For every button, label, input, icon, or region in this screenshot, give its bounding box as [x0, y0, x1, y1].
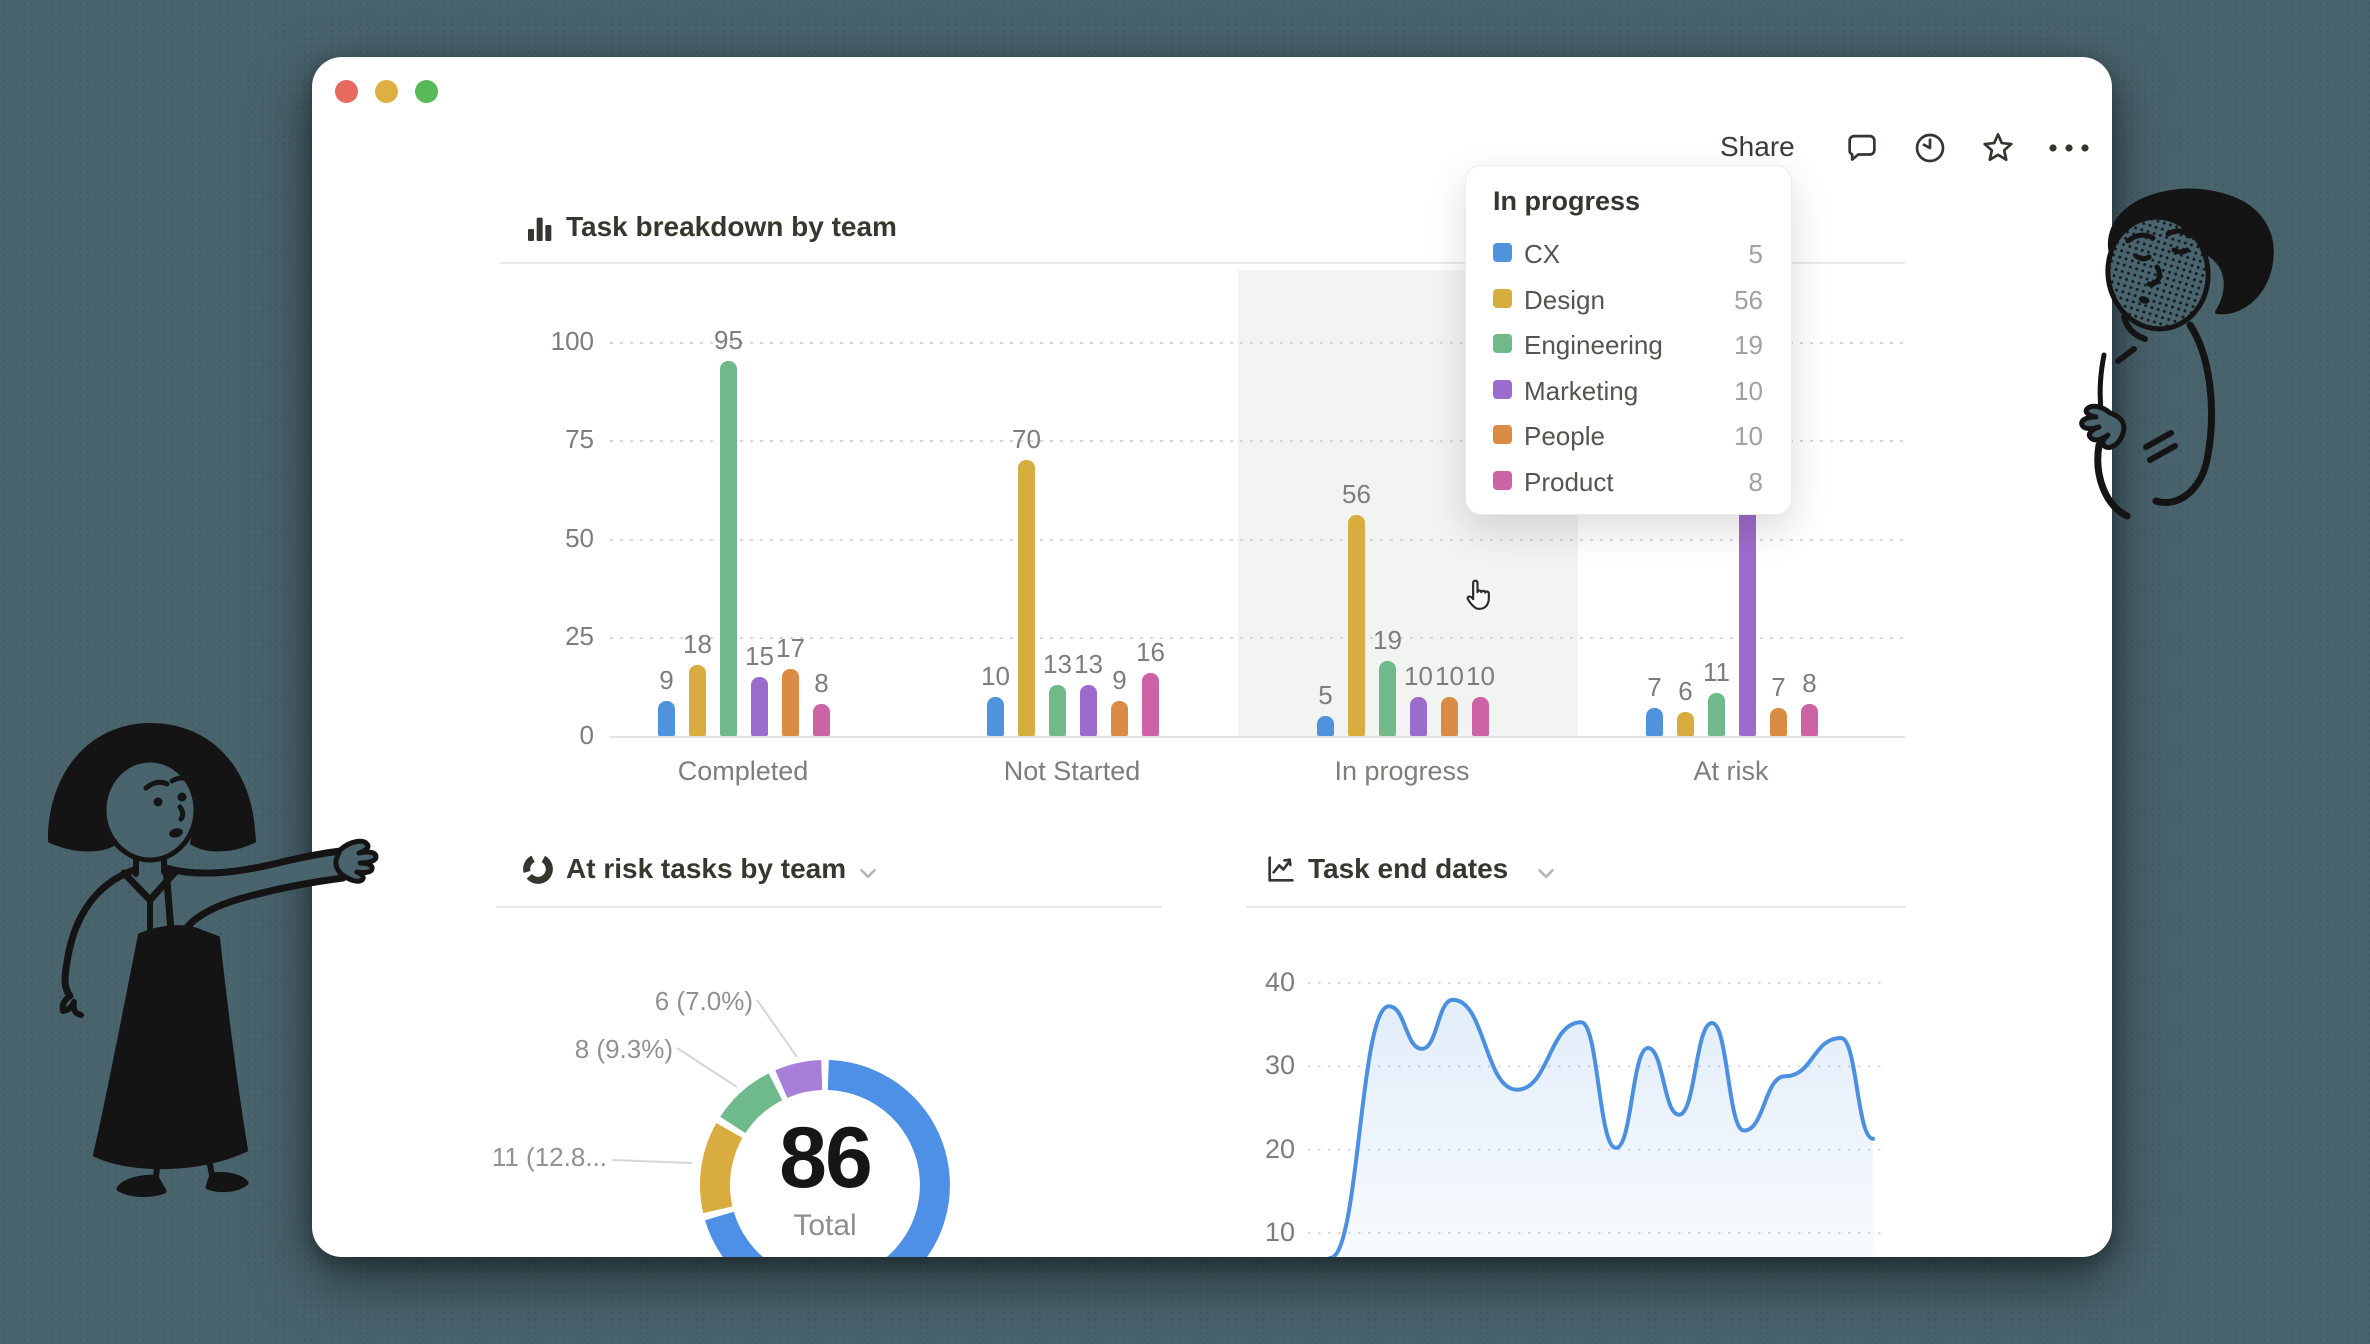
- bar-value-label: 56: [1317, 479, 1397, 510]
- x-axis-category-label: In progress: [1282, 756, 1522, 787]
- y-axis-tick-label: 75: [510, 424, 594, 455]
- hand-cursor: [1460, 571, 1500, 615]
- donut-slice-3[interactable]: [781, 1075, 821, 1084]
- legend-swatch: [1493, 243, 1512, 262]
- chevron-down-icon[interactable]: [1533, 860, 1559, 886]
- tooltip-series-value: 56: [1734, 285, 1763, 316]
- line-y-axis-tick-label: 10: [1215, 1217, 1295, 1248]
- bar-product-at-risk[interactable]: [1801, 704, 1818, 736]
- bar-cx-not-started[interactable]: [987, 697, 1004, 736]
- tooltip-series-label: Engineering: [1524, 330, 1663, 361]
- bar-design-at-risk[interactable]: [1677, 712, 1694, 736]
- bar-engineering-at-risk[interactable]: [1708, 693, 1725, 736]
- tooltip-series-value: 10: [1734, 421, 1763, 452]
- history-icon[interactable]: [1911, 129, 1949, 167]
- bar-value-label: 16: [1111, 637, 1191, 668]
- y-gridline: [610, 539, 1905, 541]
- tooltip-row: Product 8: [1466, 458, 1791, 504]
- bar-cx-at-risk[interactable]: [1646, 708, 1663, 736]
- bar-product-completed[interactable]: [813, 704, 830, 736]
- x-axis-category-label: Not Started: [952, 756, 1192, 787]
- y-axis-tick-label: 50: [510, 523, 594, 554]
- close-window-button[interactable]: [335, 80, 358, 103]
- chart-tooltip: In progress CX 5 Design 56 Engineering 19 Mark…: [1465, 165, 1792, 515]
- legend-swatch: [1493, 471, 1512, 490]
- pointing-woman-illustration: [40, 710, 400, 1210]
- bar-value-label: 8: [782, 668, 862, 699]
- bar-marketing-in-progress[interactable]: [1410, 697, 1427, 736]
- legend-swatch: [1493, 425, 1512, 444]
- star-icon[interactable]: [1979, 129, 2017, 167]
- bar-value-label: 19: [1348, 625, 1428, 656]
- bar-engineering-completed[interactable]: [720, 361, 737, 736]
- bar-value-label: 70: [987, 424, 1067, 455]
- donut-chart-icon: [521, 852, 555, 886]
- donut-slice-2[interactable]: [733, 1087, 776, 1125]
- tooltip-series-value: 5: [1749, 239, 1763, 270]
- tooltip-row: Marketing 10: [1466, 367, 1791, 413]
- tooltip-series-value: 19: [1734, 330, 1763, 361]
- tooltip-series-label: CX: [1524, 239, 1560, 270]
- bar-cx-in-progress[interactable]: [1317, 716, 1334, 736]
- bar-chart-icon: [524, 213, 556, 245]
- tooltip-title: In progress: [1493, 186, 1640, 217]
- tooltip-series-label: Product: [1524, 467, 1614, 498]
- bar-cx-completed[interactable]: [658, 701, 675, 736]
- bar-design-not-started[interactable]: [1018, 460, 1035, 736]
- bar-product-not-started[interactable]: [1142, 673, 1159, 736]
- donut-chart-title[interactable]: At risk tasks by team: [566, 853, 846, 885]
- bar-product-in-progress[interactable]: [1472, 697, 1489, 736]
- donut-chart[interactable]: [690, 1050, 960, 1257]
- comment-icon[interactable]: [1843, 129, 1881, 167]
- bar-chart-title: Task breakdown by team: [566, 211, 897, 243]
- line-y-axis-tick-label: 40: [1215, 967, 1295, 998]
- y-axis-tick-label: 100: [510, 326, 594, 357]
- tooltip-row: Design 56: [1466, 276, 1791, 322]
- bar-value-label: 10: [1441, 661, 1521, 692]
- minimize-window-button[interactable]: [375, 80, 398, 103]
- tooltip-series-label: People: [1524, 421, 1605, 452]
- legend-swatch: [1493, 334, 1512, 353]
- bar-value-label: 95: [689, 325, 769, 356]
- bar-people-not-started[interactable]: [1111, 701, 1128, 736]
- tooltip-row: People 10: [1466, 412, 1791, 458]
- tooltip-row: CX 5: [1466, 230, 1791, 276]
- bar-people-in-progress[interactable]: [1441, 697, 1458, 736]
- tooltip-series-value: 8: [1749, 467, 1763, 498]
- more-icon[interactable]: [2047, 142, 2085, 156]
- line-y-axis-tick-label: 30: [1215, 1050, 1295, 1081]
- y-axis-tick-label: 25: [510, 621, 594, 652]
- x-axis-category-label: Completed: [623, 756, 863, 787]
- tooltip-series-value: 10: [1734, 376, 1763, 407]
- donut-slice-1[interactable]: [715, 1131, 729, 1210]
- tooltip-series-label: Marketing: [1524, 376, 1638, 407]
- tooltip-series-label: Design: [1524, 285, 1605, 316]
- bar-value-label: 17: [751, 633, 831, 664]
- bar-engineering-not-started[interactable]: [1049, 685, 1066, 736]
- bar-design-completed[interactable]: [689, 665, 706, 736]
- chevron-down-icon[interactable]: [855, 860, 881, 886]
- thinking-person-illustration: [2070, 175, 2300, 545]
- legend-swatch: [1493, 380, 1512, 399]
- bar-people-at-risk[interactable]: [1770, 708, 1787, 736]
- bar-value-label: 8: [1770, 668, 1850, 699]
- x-axis-category-label: At risk: [1611, 756, 1851, 787]
- y-axis-tick-label: 0: [510, 720, 594, 751]
- divider: [1246, 906, 1906, 908]
- bar-marketing-completed[interactable]: [751, 677, 768, 736]
- line-y-axis-tick-label: 20: [1215, 1134, 1295, 1165]
- desktop-background: Share T: [0, 0, 2370, 1344]
- line-chart-icon: [1265, 853, 1297, 885]
- divider: [496, 906, 1162, 908]
- zoom-window-button[interactable]: [415, 80, 438, 103]
- line-chart-title[interactable]: Task end dates: [1308, 853, 1508, 885]
- tooltip-row: Engineering 19: [1466, 321, 1791, 367]
- line-chart-plot[interactable]: [1300, 950, 1900, 1257]
- x-axis-line: [610, 736, 1905, 738]
- share-button[interactable]: Share: [1720, 131, 1795, 163]
- app-window: Share T: [312, 57, 2112, 1257]
- legend-swatch: [1493, 289, 1512, 308]
